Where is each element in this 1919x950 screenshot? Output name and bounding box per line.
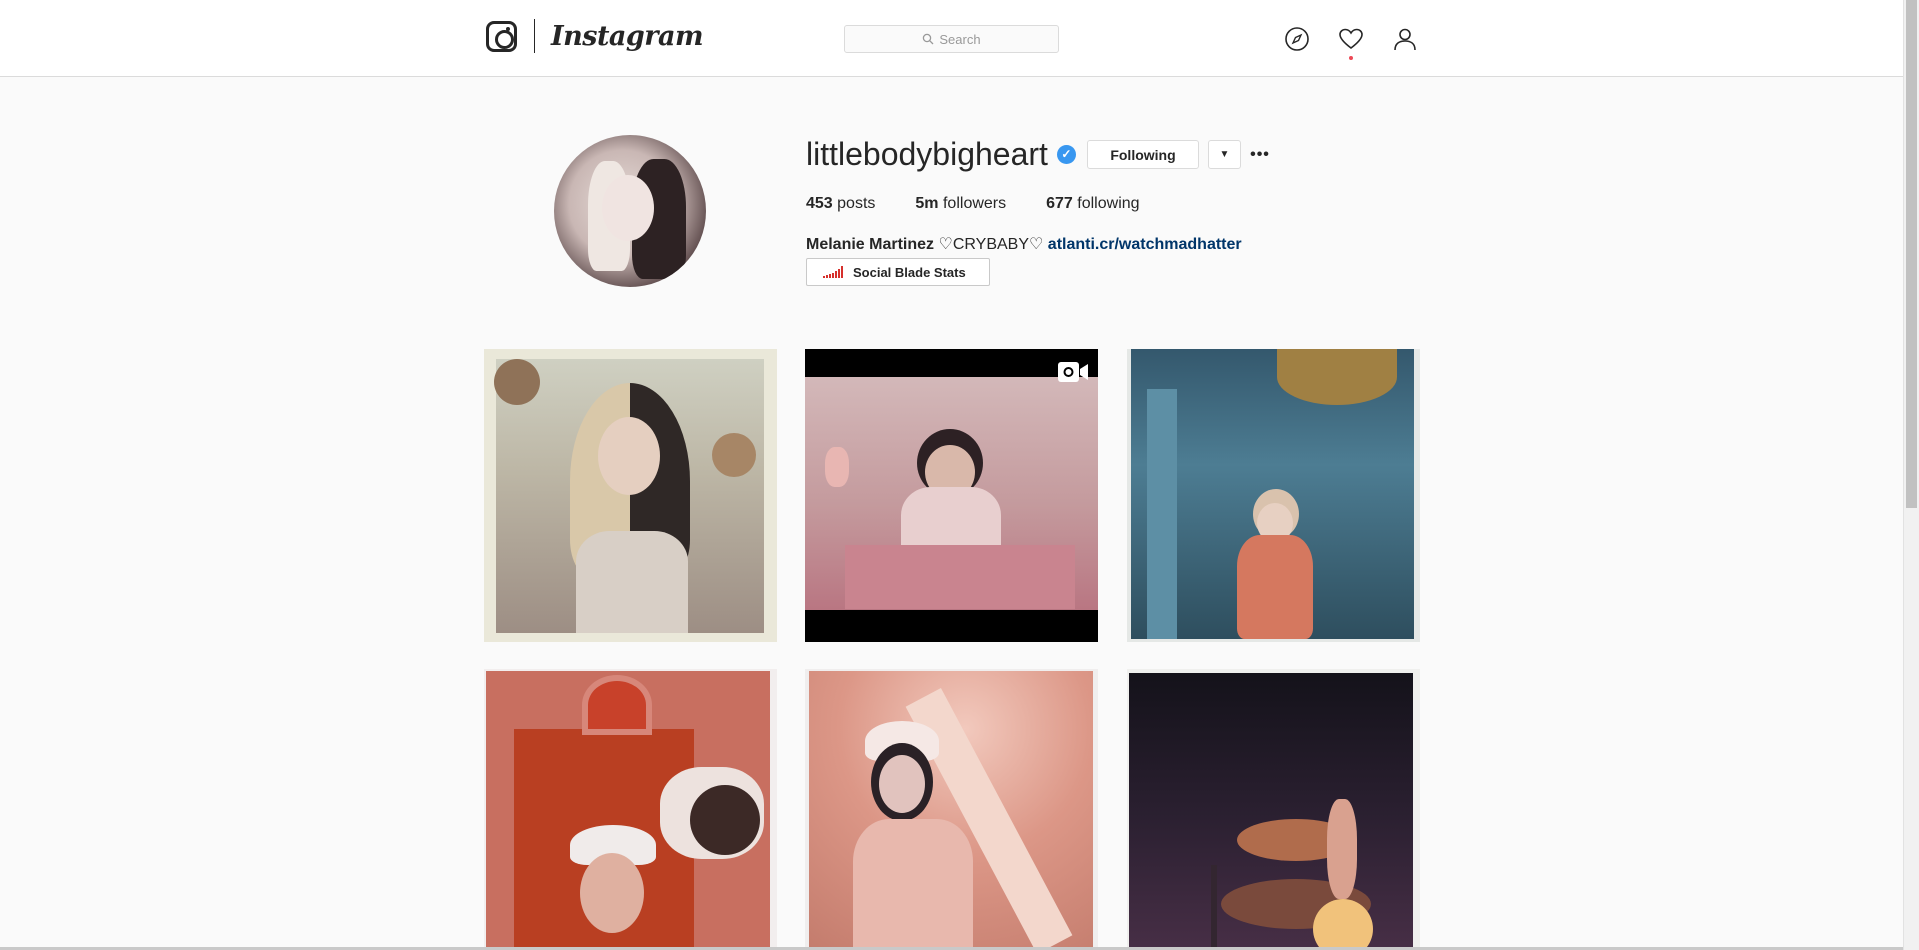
bio-full-name: Melanie Martinez	[806, 236, 935, 253]
instagram-logo[interactable]: Instagram	[486, 18, 704, 54]
notification-dot	[1349, 56, 1353, 60]
post-thumbnail[interactable]	[1127, 669, 1420, 950]
post-thumbnail[interactable]	[1127, 349, 1420, 642]
top-navigation-bar: Instagram Search	[0, 0, 1903, 77]
posts-count: 453 posts	[806, 195, 876, 212]
profile-bio: Melanie Martinez ♡CRYBABY♡ atlanti.cr/wa…	[806, 234, 1242, 256]
social-blade-bars-icon	[823, 266, 844, 278]
profile-stats: 453 posts 5m followers 677 following	[806, 193, 1180, 215]
more-options-icon[interactable]: •••	[1250, 140, 1270, 169]
heart-icon[interactable]	[1338, 26, 1364, 52]
social-blade-label: Social Blade Stats	[853, 264, 966, 280]
following-button[interactable]: Following	[1087, 140, 1199, 169]
bio-text: ♡CRYBABY♡	[934, 236, 1048, 253]
profile-avatar[interactable]	[554, 135, 706, 287]
post-thumbnail[interactable]	[805, 669, 1098, 950]
verified-badge-icon: ✓	[1056, 144, 1076, 164]
suggestions-dropdown-button[interactable]: ▼	[1208, 140, 1241, 169]
compass-icon[interactable]	[1284, 26, 1310, 52]
search-placeholder: Search	[939, 31, 981, 47]
bio-external-link[interactable]: atlanti.cr/watchmadhatter	[1048, 236, 1242, 253]
post-thumbnail[interactable]	[484, 669, 777, 950]
post-thumbnail-video[interactable]	[805, 349, 1098, 642]
followers-link[interactable]: 5m followers	[915, 193, 1006, 215]
username-row: littlebodybigheart ✓	[806, 134, 1076, 174]
page-scrollbar-thumb[interactable]	[1906, 0, 1917, 508]
social-blade-stats-button[interactable]: Social Blade Stats	[806, 258, 990, 286]
post-thumbnail[interactable]	[484, 349, 777, 642]
avatar-face	[602, 175, 654, 241]
logo-divider	[534, 19, 535, 53]
following-link[interactable]: 677 following	[1046, 193, 1139, 215]
profile-username: littlebodybigheart	[806, 136, 1048, 172]
search-icon	[923, 33, 934, 45]
logo-wordmark: Instagram	[551, 20, 704, 52]
camera-icon	[486, 20, 517, 52]
profile-icon[interactable]	[1392, 26, 1418, 52]
video-camera-icon	[1058, 362, 1088, 382]
search-input[interactable]: Search	[844, 25, 1059, 53]
